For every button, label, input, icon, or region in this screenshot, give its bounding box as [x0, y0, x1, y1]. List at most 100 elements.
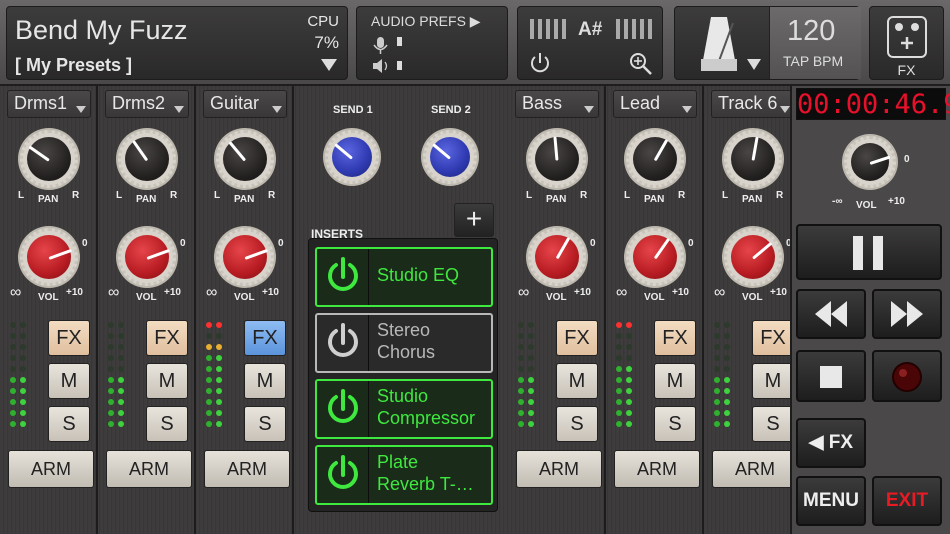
- menu-button[interactable]: MENU: [796, 476, 866, 526]
- solo-button[interactable]: S: [48, 406, 90, 442]
- preset-panel[interactable]: Bend My Fuzz [ My Presets ] CPU 7%: [6, 6, 348, 80]
- solo-button[interactable]: S: [556, 406, 598, 442]
- metronome-panel[interactable]: 120 TAP BPM: [674, 6, 861, 80]
- volume-max-label: +10: [672, 287, 689, 298]
- pan-right-label: R: [776, 190, 784, 201]
- channel-name-dropdown[interactable]: Track 6: [711, 90, 795, 118]
- rewind-button[interactable]: [796, 289, 866, 339]
- level-meter-led: [518, 399, 524, 405]
- metronome-icon[interactable]: [697, 15, 741, 73]
- insert-slot[interactable]: Studio EQ: [315, 247, 493, 307]
- fx-button[interactable]: FX: [869, 6, 944, 80]
- insert-slot[interactable]: Plate Reverb T-…: [315, 445, 493, 505]
- pause-button[interactable]: [796, 224, 942, 280]
- level-meter-led: [10, 344, 16, 350]
- channel-name-dropdown[interactable]: Drms1: [7, 90, 91, 118]
- volume-knob[interactable]: [724, 228, 782, 286]
- mute-button[interactable]: M: [146, 363, 188, 399]
- level-meter-led: [724, 410, 730, 416]
- level-meter-led: [518, 322, 524, 328]
- tuner-panel[interactable]: A#: [517, 6, 663, 80]
- preset-name[interactable]: [ My Presets ]: [15, 55, 132, 76]
- solo-button[interactable]: S: [244, 406, 286, 442]
- level-meter-led: [216, 355, 222, 361]
- volume-knob[interactable]: [118, 228, 176, 286]
- insert-power-button[interactable]: [317, 249, 369, 305]
- pan-knob[interactable]: [626, 130, 684, 188]
- pan-left-label: L: [722, 190, 729, 201]
- mute-button[interactable]: M: [752, 363, 794, 399]
- insert-power-button[interactable]: [317, 381, 369, 437]
- volume-knob[interactable]: [216, 228, 274, 286]
- inserts-panel: Studio EQ Stereo Chorus Studio Compresso…: [308, 238, 498, 512]
- pan-left-label: L: [18, 190, 25, 201]
- channel-fx-button[interactable]: FX: [752, 320, 794, 356]
- level-meter-led: [206, 322, 212, 328]
- zoom-in-icon[interactable]: [628, 51, 654, 77]
- audio-prefs-button[interactable]: AUDIO PREFS ▶: [356, 6, 508, 80]
- arm-button[interactable]: ARM: [516, 450, 602, 488]
- pan-knob[interactable]: [724, 130, 782, 188]
- channel-fx-button[interactable]: FX: [146, 320, 188, 356]
- send1-knob[interactable]: [325, 130, 379, 184]
- level-meter-led: [626, 355, 632, 361]
- level-meter-led: [206, 333, 212, 339]
- send2-label: SEND 2: [431, 104, 471, 116]
- exit-button[interactable]: EXIT: [872, 476, 942, 526]
- mute-button[interactable]: M: [556, 363, 598, 399]
- add-insert-button[interactable]: +: [454, 203, 494, 237]
- insert-power-button[interactable]: [317, 315, 369, 371]
- channel-name-dropdown[interactable]: Lead: [613, 90, 697, 118]
- volume-label: VOL: [546, 292, 567, 303]
- arm-button[interactable]: ARM: [106, 450, 192, 488]
- master-volume-knob[interactable]: [844, 136, 896, 188]
- mute-button[interactable]: M: [654, 363, 696, 399]
- level-meter-led: [216, 377, 222, 383]
- arm-button[interactable]: ARM: [204, 450, 290, 488]
- level-meter-led: [714, 355, 720, 361]
- insert-slot[interactable]: Stereo Chorus: [315, 313, 493, 373]
- volume-knob[interactable]: [626, 228, 684, 286]
- mute-button[interactable]: M: [48, 363, 90, 399]
- volume-label: VOL: [234, 292, 255, 303]
- insert-label: Stereo Chorus: [377, 319, 435, 363]
- mute-button[interactable]: M: [244, 363, 286, 399]
- send2-knob[interactable]: [423, 130, 477, 184]
- pan-knob[interactable]: [216, 130, 274, 188]
- power-icon[interactable]: [528, 51, 552, 75]
- level-meter-led: [10, 410, 16, 416]
- record-button[interactable]: [872, 350, 942, 402]
- metronome-dropdown-icon[interactable]: [747, 59, 761, 70]
- audio-prefs-label: AUDIO PREFS ▶: [371, 13, 481, 29]
- preset-dropdown-icon[interactable]: [321, 59, 337, 71]
- channel-fx-button[interactable]: FX: [244, 320, 286, 356]
- insert-power-button[interactable]: [317, 447, 369, 503]
- pan-knob[interactable]: [20, 130, 78, 188]
- arm-button[interactable]: ARM: [8, 450, 94, 488]
- level-meter-led: [118, 322, 124, 328]
- fast-forward-button[interactable]: [872, 289, 942, 339]
- pan-knob[interactable]: [118, 130, 176, 188]
- volume-zero-label: 0: [180, 238, 186, 249]
- pan-knob[interactable]: [528, 130, 586, 188]
- solo-button[interactable]: S: [654, 406, 696, 442]
- channel-name-dropdown[interactable]: Guitar: [203, 90, 287, 118]
- level-meter-led: [518, 355, 524, 361]
- solo-button[interactable]: S: [752, 406, 794, 442]
- channel-name-dropdown[interactable]: Bass: [515, 90, 599, 118]
- volume-min-label: ∞: [108, 284, 120, 301]
- level-meter-led: [118, 388, 124, 394]
- channel-fx-button[interactable]: FX: [556, 320, 598, 356]
- arm-button[interactable]: ARM: [614, 450, 700, 488]
- channel-fx-button[interactable]: FX: [48, 320, 90, 356]
- volume-knob[interactable]: [20, 228, 78, 286]
- channel-fx-button[interactable]: FX: [654, 320, 696, 356]
- volume-knob[interactable]: [528, 228, 586, 286]
- stop-button[interactable]: [796, 350, 866, 402]
- power-icon: [328, 257, 358, 291]
- channel-name-dropdown[interactable]: Drms2: [105, 90, 189, 118]
- solo-button[interactable]: S: [146, 406, 188, 442]
- fx-back-button[interactable]: ◀ FX: [796, 418, 866, 468]
- insert-slot[interactable]: Studio Compressor: [315, 379, 493, 439]
- arm-button[interactable]: ARM: [712, 450, 798, 488]
